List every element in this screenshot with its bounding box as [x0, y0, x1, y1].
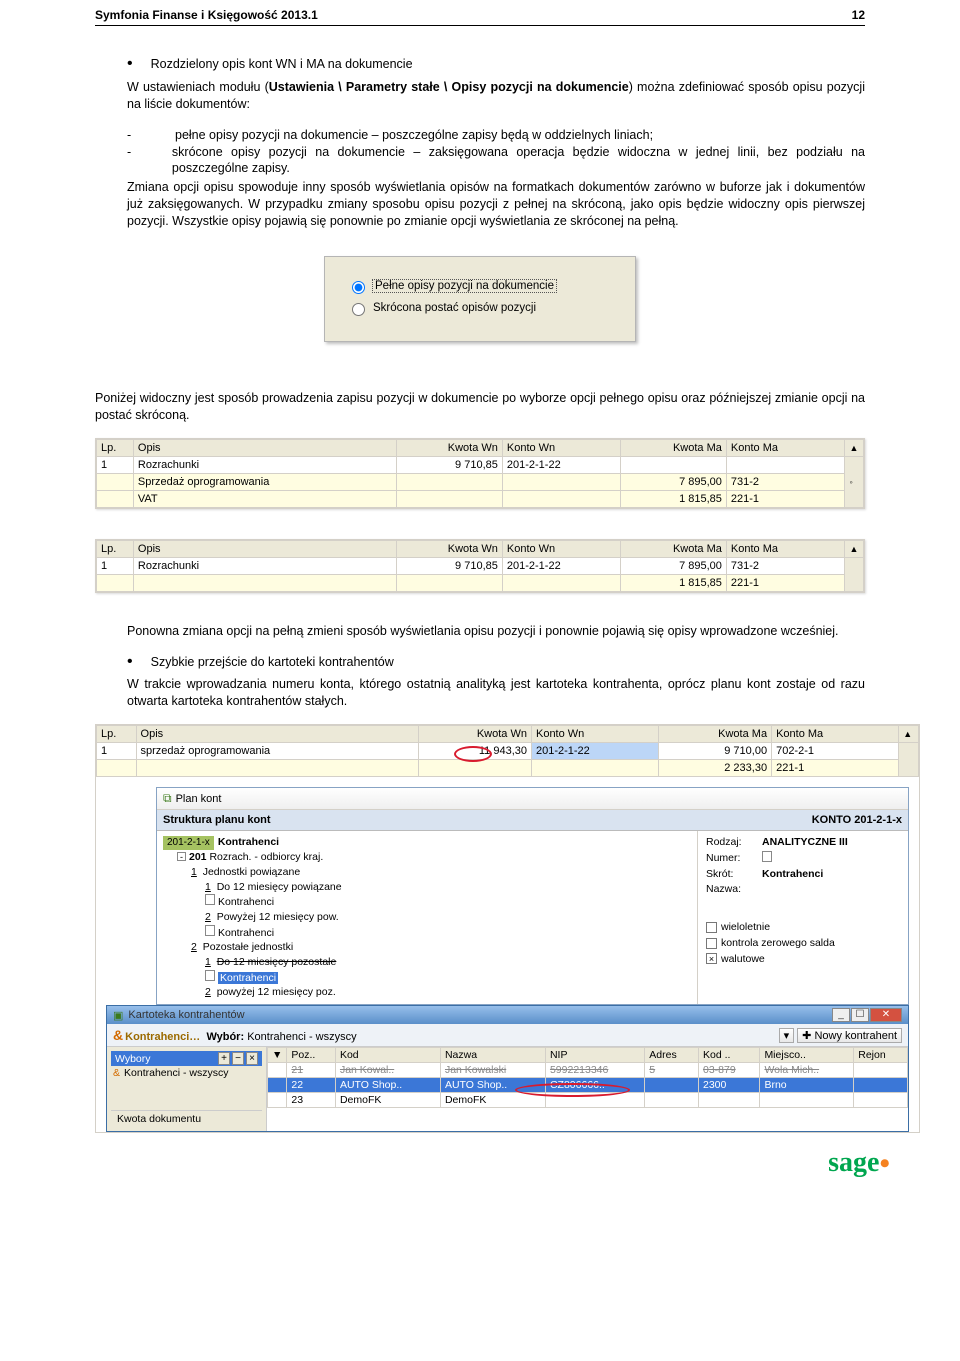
brand-label: Kontrahenci… [125, 1031, 200, 1043]
radio-full-desc[interactable] [352, 281, 365, 294]
minimize-icon[interactable]: _ [832, 1008, 850, 1022]
scroll-up-icon[interactable]: ▲ [845, 540, 864, 557]
table-row-selected[interactable]: 22AUTO Shop..AUTO Shop..CZ806666..2300Br… [268, 1078, 908, 1093]
th-kontoma: Konto Ma [726, 540, 845, 557]
page-number: 12 [852, 8, 865, 22]
dash-icon: - [127, 144, 172, 178]
new-contractor-button[interactable]: ✚ Nowy kontrahent [797, 1028, 902, 1043]
section2-para1: Ponowna zmiana opcji na pełną zmieni spo… [95, 623, 865, 640]
close-mini-icon[interactable]: × [246, 1052, 258, 1065]
doc-icon [205, 894, 215, 905]
table-row[interactable]: 1Rozrachunki9 710,85201-2-1-227 895,0073… [97, 557, 864, 574]
th-kontown: Konto Wn [502, 540, 621, 557]
radio-short-desc[interactable] [352, 303, 365, 316]
plan-kont-window: ⧉ Plan kont Struktura planu kont KONTO 2… [156, 787, 909, 1005]
maximize-icon[interactable]: ☐ [851, 1008, 869, 1022]
table-full-desc: Lp. Opis Kwota Wn Konto Wn Kwota Ma Kont… [95, 438, 865, 509]
intro-text-1: W ustawieniach modułu ( [127, 80, 269, 94]
plus-icon[interactable]: + [218, 1052, 230, 1065]
scroll-pin-icon[interactable]: ◦ [845, 456, 864, 507]
table-row[interactable]: 21Jan Kowal..Jan Kowalski5992213346503-8… [268, 1063, 908, 1078]
table-short-desc: Lp. Opis Kwota Wn Konto Wn Kwota Ma Kont… [95, 539, 865, 593]
th-kwotawn: Kwota Wn [397, 439, 502, 456]
app-screenshot: Lp.OpisKwota WnKonto WnKwota MaKonto Ma▲… [95, 724, 920, 1133]
dash-text-1: pełne opisy pozycji na dokumencie – posz… [175, 127, 653, 144]
th-kwotawn: Kwota Wn [397, 540, 502, 557]
scroll-up-icon[interactable]: ▲ [899, 726, 919, 743]
tree-selected-item[interactable]: Kontrahenci [218, 972, 278, 984]
k-icon: & [113, 1067, 120, 1079]
list-item[interactable]: &Kontrahenci - wszyscy [111, 1066, 262, 1080]
dash-icon: - [127, 127, 175, 144]
body-para-1: Zmiana opcji opisu spowoduje inny sposób… [95, 179, 865, 230]
marker-col: ▼ [268, 1048, 287, 1063]
minus-icon[interactable]: − [232, 1052, 244, 1065]
radio-short-desc-label: Skrócona postać opisów pozycji [373, 302, 536, 314]
doc-icon [205, 925, 215, 936]
checkbox[interactable] [706, 938, 717, 949]
window-controls: _☐✕ [831, 1008, 902, 1022]
kontrahenci-title: Kartoteka kontrahentów [128, 1009, 244, 1021]
mid-para: Poniżej widoczny jest sposób prowadzenia… [95, 390, 865, 424]
bullet-icon: • [127, 654, 151, 671]
doc-icon [205, 970, 215, 981]
section2-para2: W trakcie wprowadzania numeru konta, któ… [95, 676, 865, 710]
th-kontoma: Konto Ma [726, 439, 845, 456]
close-icon[interactable]: ✕ [870, 1008, 902, 1022]
tool-btn[interactable]: ▾ [779, 1028, 795, 1043]
tree-chip[interactable]: 201-2-1-x [163, 836, 214, 850]
th-lp: Lp. [97, 439, 134, 456]
table-row[interactable]: 1sprzedaż oprogramowania11 943,30201-2-1… [97, 743, 919, 760]
wybory-label: Wybory [115, 1053, 151, 1065]
th-opis: Opis [133, 540, 397, 557]
collapse-icon[interactable]: - [177, 852, 186, 861]
radio-full-desc-label: Pełne opisy pozycji na dokumencie [373, 280, 556, 292]
table-row[interactable]: 23DemoFKDemoFK [268, 1093, 908, 1108]
plan-kont-title: Plan kont [176, 793, 222, 805]
th-kwotama: Kwota Ma [621, 540, 726, 557]
bullet-heading-2: Szybkie przejście do kartoteki kontrahen… [151, 654, 394, 671]
tree-chip-label: Kontrahenci [218, 836, 279, 848]
konto-label: KONTO 201-2-1-x [812, 814, 902, 826]
doc-icon [762, 851, 772, 862]
table-row[interactable]: Sprzedaż oprogramowania7 895,00731-2 [97, 473, 864, 490]
table-row[interactable]: VAT1 815,85221-1 [97, 490, 864, 507]
sage-logo: sage• [828, 1147, 890, 1179]
plan-kont-header: Struktura planu kont [163, 814, 271, 826]
footer-label: Kwota dokumentu [111, 1110, 262, 1127]
th-lp: Lp. [97, 540, 134, 557]
table-row[interactable]: 1 815,85221-1 [97, 574, 864, 591]
tree-icon: ⧉ [163, 791, 172, 806]
card-icon: ▣ [113, 1009, 123, 1022]
checkbox[interactable] [706, 922, 717, 933]
th-opis: Opis [133, 439, 397, 456]
dash-text-2: skrócone opisy pozycji na dokumencie – z… [172, 144, 865, 178]
th-kontown: Konto Wn [502, 439, 621, 456]
th-kwotama: Kwota Ma [621, 439, 726, 456]
scroll-up-icon[interactable]: ▲ [845, 439, 864, 456]
bullet-heading-1: Rozdzielony opis kont WN i MA na dokumen… [151, 56, 413, 73]
table-row[interactable]: 2 233,30221-1 [97, 760, 919, 777]
doc-title: Symfonia Finanse i Księgowość 2013.1 [95, 8, 318, 22]
checkbox-checked[interactable]: × [706, 953, 717, 964]
k-logo-icon: & [113, 1027, 123, 1043]
kontrahenci-window: ▣Kartoteka kontrahentów _☐✕ &Kontrahenci… [106, 1005, 909, 1132]
intro-path: Ustawienia \ Parametry stałe \ Opisy poz… [269, 80, 629, 94]
header-rule [95, 25, 865, 26]
bullet-icon: • [127, 56, 151, 73]
account-tree[interactable]: 201-2-1-xKontrahenci -201 Rozrach. - odb… [157, 831, 698, 1004]
settings-panel: Pełne opisy pozycji na dokumencie Skróco… [324, 256, 636, 342]
table-row[interactable]: 1Rozrachunki9 710,85201-2-1-22◦ [97, 456, 864, 473]
